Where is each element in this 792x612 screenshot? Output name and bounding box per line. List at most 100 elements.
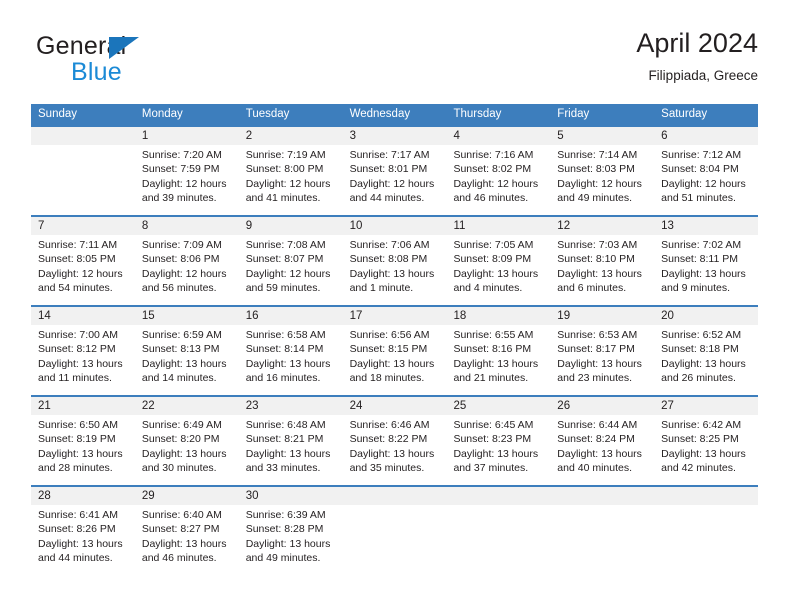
day-number: 24	[349, 400, 363, 412]
day-cell[interactable]: Sunrise: 6:44 AM Sunset: 8:24 PM Dayligh…	[550, 415, 654, 485]
daylight-text-line1: Daylight: 13 hours	[453, 447, 539, 460]
day-cell[interactable]: Sunrise: 6:55 AM Sunset: 8:16 PM Dayligh…	[446, 325, 550, 395]
day-number	[343, 487, 447, 505]
day-number	[31, 127, 135, 145]
day-cell[interactable]: Sunrise: 7:20 AM Sunset: 7:59 PM Dayligh…	[135, 145, 239, 215]
week-row: 21 22 23 24 25 26 27 Sunrise: 6:50 AM Su…	[31, 395, 758, 485]
day-cell[interactable]: Sunrise: 6:56 AM Sunset: 8:15 PM Dayligh…	[343, 325, 447, 395]
general-blue-logo[interactable]: General Blue	[36, 32, 216, 90]
day-cell[interactable]: Sunrise: 6:52 AM Sunset: 8:18 PM Dayligh…	[654, 325, 758, 395]
daylight-text-line1: Daylight: 13 hours	[349, 267, 435, 280]
day-cell[interactable]: Sunrise: 7:02 AM Sunset: 8:11 PM Dayligh…	[654, 235, 758, 305]
weekday-header-row: Sunday Monday Tuesday Wednesday Thursday…	[31, 104, 758, 125]
day-cell[interactable]: Sunrise: 6:45 AM Sunset: 8:23 PM Dayligh…	[446, 415, 550, 485]
day-cell[interactable]: Sunrise: 7:03 AM Sunset: 8:10 PM Dayligh…	[550, 235, 654, 305]
day-cell[interactable]	[550, 505, 654, 575]
day-number: 17	[349, 310, 363, 322]
daylight-text-line2: and 11 minutes.	[38, 372, 112, 385]
day-number: 11	[453, 220, 466, 232]
day-cell[interactable]: Sunrise: 7:17 AM Sunset: 8:01 PM Dayligh…	[343, 145, 447, 215]
day-number: 30	[245, 490, 259, 502]
sunset-text: Sunset: 8:13 PM	[141, 343, 220, 356]
daylight-text-line1: Daylight: 12 hours	[141, 267, 227, 280]
sunset-text: Sunset: 8:19 PM	[38, 433, 116, 446]
sunset-text: Sunset: 8:12 PM	[38, 343, 116, 356]
day-cell[interactable]: Sunrise: 6:53 AM Sunset: 8:17 PM Dayligh…	[550, 325, 654, 395]
day-cell[interactable]: Sunrise: 6:40 AM Sunset: 8:27 PM Dayligh…	[135, 505, 239, 575]
day-number: 9	[245, 220, 253, 232]
day-number: 5	[557, 130, 564, 142]
sunset-text: Sunset: 8:27 PM	[141, 523, 220, 536]
sunrise-text: Sunrise: 6:50 AM	[38, 419, 118, 431]
daylight-text-line1: Daylight: 13 hours	[557, 447, 642, 460]
sunset-text: Sunset: 8:08 PM	[349, 253, 428, 266]
sunrise-text: Sunrise: 7:19 AM	[245, 149, 326, 161]
day-cell[interactable]: Sunrise: 7:08 AM Sunset: 8:07 PM Dayligh…	[239, 235, 343, 305]
day-cell[interactable]	[31, 145, 135, 215]
daylight-text-line2: and 14 minutes.	[141, 372, 217, 385]
day-cell[interactable]: Sunrise: 7:19 AM Sunset: 8:00 PM Dayligh…	[239, 145, 343, 215]
sunrise-text: Sunrise: 6:58 AM	[245, 329, 326, 341]
sunset-text: Sunset: 8:22 PM	[349, 433, 428, 446]
day-number: 21	[38, 400, 51, 412]
day-cell[interactable]: Sunrise: 7:09 AM Sunset: 8:06 PM Dayligh…	[135, 235, 239, 305]
daylight-text-line1: Daylight: 13 hours	[38, 537, 123, 550]
day-number: 15	[141, 310, 155, 322]
daylight-text-line2: and 35 minutes.	[349, 462, 425, 475]
day-cell[interactable]: Sunrise: 7:06 AM Sunset: 8:08 PM Dayligh…	[343, 235, 447, 305]
day-cell[interactable]: Sunrise: 6:42 AM Sunset: 8:25 PM Dayligh…	[654, 415, 758, 485]
daylight-text-line1: Daylight: 13 hours	[661, 447, 746, 460]
daylight-text-line1: Daylight: 13 hours	[349, 447, 435, 460]
day-cell[interactable]: Sunrise: 6:48 AM Sunset: 8:21 PM Dayligh…	[239, 415, 343, 485]
daylight-text-line2: and 39 minutes.	[141, 192, 217, 205]
weekday-header-saturday: Saturday	[661, 108, 708, 120]
sunrise-text: Sunrise: 6:41 AM	[38, 509, 118, 521]
daylight-text-line2: and 46 minutes.	[141, 552, 217, 565]
daylight-text-line2: and 33 minutes.	[245, 462, 321, 475]
daylight-text-line1: Daylight: 13 hours	[557, 267, 642, 280]
sunset-text: Sunset: 8:02 PM	[453, 163, 532, 176]
day-cell[interactable]: Sunrise: 6:49 AM Sunset: 8:20 PM Dayligh…	[135, 415, 239, 485]
week-daynumber-band: 14 15 16 17 18 19 20	[31, 307, 758, 325]
day-cell[interactable]	[654, 505, 758, 575]
day-cell[interactable]: Sunrise: 6:59 AM Sunset: 8:13 PM Dayligh…	[135, 325, 239, 395]
day-number: 19	[557, 310, 571, 322]
sunset-text: Sunset: 8:01 PM	[349, 163, 428, 176]
day-cell[interactable]: Sunrise: 6:46 AM Sunset: 8:22 PM Dayligh…	[343, 415, 447, 485]
sunrise-text: Sunrise: 7:02 AM	[661, 239, 742, 251]
day-cell[interactable]: Sunrise: 6:58 AM Sunset: 8:14 PM Dayligh…	[239, 325, 343, 395]
day-cell[interactable]: Sunrise: 6:39 AM Sunset: 8:28 PM Dayligh…	[239, 505, 343, 575]
daylight-text-line1: Daylight: 13 hours	[38, 357, 123, 370]
day-number	[550, 487, 654, 505]
daylight-text-line2: and 46 minutes.	[453, 192, 529, 205]
sunset-text: Sunset: 8:07 PM	[245, 253, 324, 266]
daylight-text-line2: and 37 minutes.	[453, 462, 529, 475]
daylight-text-line2: and 54 minutes.	[38, 282, 113, 295]
week-detail-band: Sunrise: 7:00 AM Sunset: 8:12 PM Dayligh…	[31, 325, 758, 395]
day-cell[interactable]	[446, 505, 550, 575]
day-number: 8	[141, 220, 149, 232]
day-cell[interactable]	[343, 505, 447, 575]
sunset-text: Sunset: 8:14 PM	[245, 343, 324, 356]
day-cell[interactable]: Sunrise: 7:14 AM Sunset: 8:03 PM Dayligh…	[550, 145, 654, 215]
day-cell[interactable]: Sunrise: 7:12 AM Sunset: 8:04 PM Dayligh…	[654, 145, 758, 215]
day-cell[interactable]: Sunrise: 7:00 AM Sunset: 8:12 PM Dayligh…	[31, 325, 135, 395]
day-cell[interactable]: Sunrise: 6:41 AM Sunset: 8:26 PM Dayligh…	[31, 505, 135, 575]
sunset-text: Sunset: 8:05 PM	[38, 253, 116, 266]
sunrise-text: Sunrise: 6:40 AM	[141, 509, 222, 521]
sunset-text: Sunset: 8:00 PM	[245, 163, 324, 176]
day-cell[interactable]: Sunrise: 6:50 AM Sunset: 8:19 PM Dayligh…	[31, 415, 135, 485]
logo-triangle-icon	[109, 37, 139, 59]
logo-text-blue: Blue	[71, 58, 122, 86]
sunset-text: Sunset: 8:20 PM	[141, 433, 220, 446]
week-row: 1 2 3 4 5 6 Sunrise: 7:20 AM Sunset: 7:5…	[31, 125, 758, 215]
sunrise-text: Sunrise: 7:09 AM	[141, 239, 222, 251]
day-cell[interactable]: Sunrise: 7:16 AM Sunset: 8:02 PM Dayligh…	[446, 145, 550, 215]
sunrise-text: Sunrise: 7:00 AM	[38, 329, 118, 341]
sunrise-text: Sunrise: 7:17 AM	[349, 149, 430, 161]
week-daynumber-band: 7 8 9 10 11 12 13	[31, 217, 758, 235]
day-cell[interactable]: Sunrise: 7:05 AM Sunset: 8:09 PM Dayligh…	[446, 235, 550, 305]
day-cell[interactable]: Sunrise: 7:11 AM Sunset: 8:05 PM Dayligh…	[31, 235, 135, 305]
week-daynumber-band: 1 2 3 4 5 6	[31, 127, 758, 145]
day-number: 14	[38, 310, 51, 322]
